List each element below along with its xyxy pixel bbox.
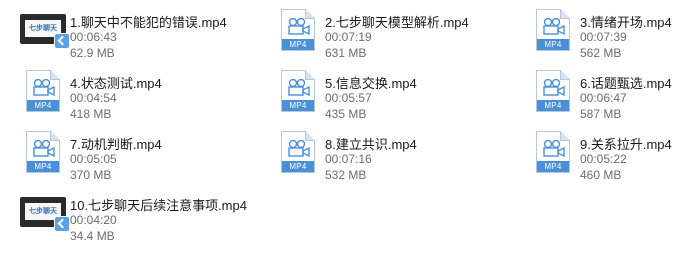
file-item[interactable]: MP4 7.动机判断.mp4 00:05:05 370 MB [18,128,258,186]
file-duration: 00:05:57 [325,91,372,105]
file-size: 370 MB [70,168,112,182]
file-duration: 00:06:47 [580,91,627,105]
file-item[interactable]: MP4 8.建立共识.mp4 00:07:16 532 MB [273,128,513,186]
file-name: 6.话题甄选.mp4 [580,76,672,91]
file-name: 4.状态测试.mp4 [70,76,162,91]
mp4-file-icon: MP4 [528,128,576,176]
file-size: 460 MB [580,168,622,182]
video-thumbnail-icon: 七步聊天 [18,189,70,237]
file-item[interactable]: MP4 9.关系拉升.mp4 00:05:22 460 MB [528,128,690,186]
file-item[interactable]: MP4 4.状态测试.mp4 00:04:54 418 MB [18,67,258,125]
file-duration: 00:05:22 [580,152,627,166]
file-size: 562 MB [580,46,622,60]
mp4-file-icon: MP4 [273,128,321,176]
file-size: 587 MB [580,107,622,121]
file-name: 10.七步聊天后续注意事项.mp4 [70,198,247,213]
file-name: 7.动机判断.mp4 [70,137,162,152]
file-item[interactable]: MP4 5.信息交换.mp4 00:05:57 435 MB [273,67,513,125]
mp4-file-icon: MP4 [18,128,66,176]
file-item[interactable]: MP4 3.情绪开场.mp4 00:07:39 562 MB [528,6,690,64]
file-duration: 00:05:05 [70,152,117,166]
file-name: 2.七步聊天模型解析.mp4 [325,15,469,30]
file-duration: 00:07:39 [580,30,627,44]
mp4-file-icon: MP4 [18,67,66,115]
file-item[interactable]: 七步聊天 1.聊天中不能犯的错误.mp4 00:06:43 62.9 MB [18,6,258,64]
file-duration: 00:07:19 [325,30,372,44]
file-size: 62.9 MB [70,46,115,60]
file-size: 435 MB [325,107,367,121]
file-duration: 00:07:16 [325,152,372,166]
file-name: 5.信息交换.mp4 [325,76,417,91]
file-item[interactable]: 七步聊天 10.七步聊天后续注意事项.mp4 00:04:20 34.4 MB [18,189,258,247]
file-item[interactable]: MP4 6.话题甄选.mp4 00:06:47 587 MB [528,67,690,125]
file-size: 418 MB [70,107,112,121]
file-name: 1.聊天中不能犯的错误.mp4 [70,15,227,30]
file-name: 9.关系拉升.mp4 [580,137,672,152]
file-item[interactable]: MP4 2.七步聊天模型解析.mp4 00:07:19 631 MB [273,6,513,64]
file-size: 34.4 MB [70,229,115,243]
file-duration: 00:04:54 [70,91,117,105]
file-size: 631 MB [325,46,367,60]
file-size: 532 MB [325,168,367,182]
file-duration: 00:04:20 [70,213,117,227]
file-name: 3.情绪开场.mp4 [580,15,672,30]
file-name: 8.建立共识.mp4 [325,137,417,152]
mp4-file-icon: MP4 [273,67,321,115]
mp4-file-icon: MP4 [273,6,321,54]
mp4-file-icon: MP4 [528,67,576,115]
mp4-file-icon: MP4 [528,6,576,54]
video-thumbnail-icon: 七步聊天 [18,6,70,54]
file-duration: 00:06:43 [70,30,117,44]
